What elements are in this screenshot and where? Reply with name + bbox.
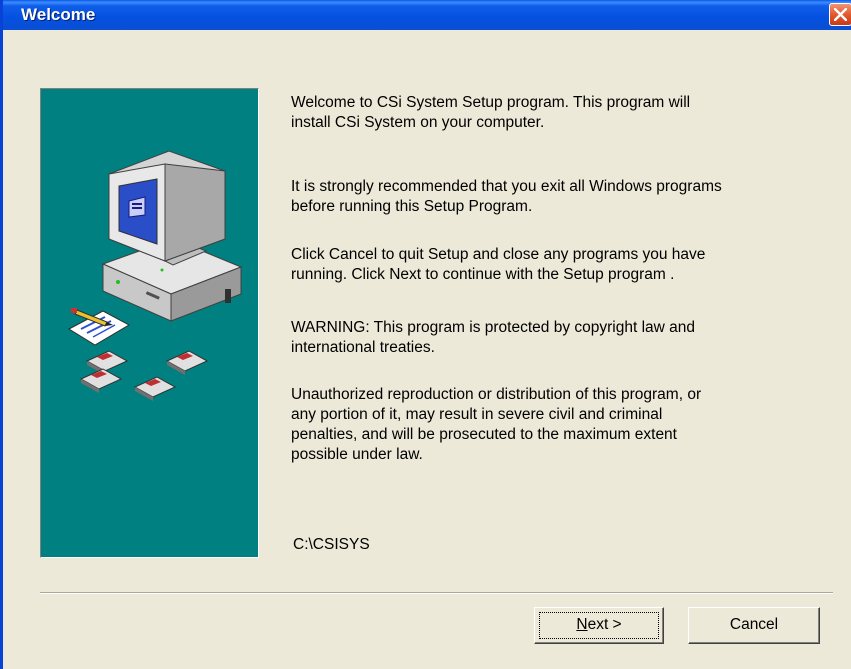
install-path: C:\CSISYS bbox=[293, 536, 370, 553]
close-button[interactable] bbox=[829, 3, 851, 26]
exit-programs-message: It is strongly recommended that you exit… bbox=[291, 178, 722, 215]
next-button[interactable]: Next > bbox=[534, 607, 664, 644]
title-bar[interactable]: Welcome bbox=[3, 0, 851, 30]
setup-dialog: Welcome Welcome to CSi System Setup prog… bbox=[0, 0, 851, 669]
next-button-label: Next > bbox=[576, 616, 622, 633]
window-title: Welcome bbox=[21, 5, 96, 24]
copyright-warning: WARNING: This program is protected by co… bbox=[291, 319, 696, 356]
welcome-message: Welcome to CSi System Setup program. Thi… bbox=[291, 94, 691, 131]
notepad-pencil-icon bbox=[67, 308, 131, 346]
unauthorized-notice: Unauthorized reproduction or distributio… bbox=[291, 386, 702, 463]
computer-icon bbox=[101, 150, 243, 322]
close-icon bbox=[834, 8, 847, 21]
divider bbox=[40, 592, 833, 594]
cancel-next-instructions: Click Cancel to quit Setup and close any… bbox=[291, 246, 706, 283]
cancel-button[interactable]: Cancel bbox=[688, 607, 820, 644]
setup-graphic-panel bbox=[40, 88, 259, 558]
floppy-disk-icon bbox=[79, 350, 209, 401]
